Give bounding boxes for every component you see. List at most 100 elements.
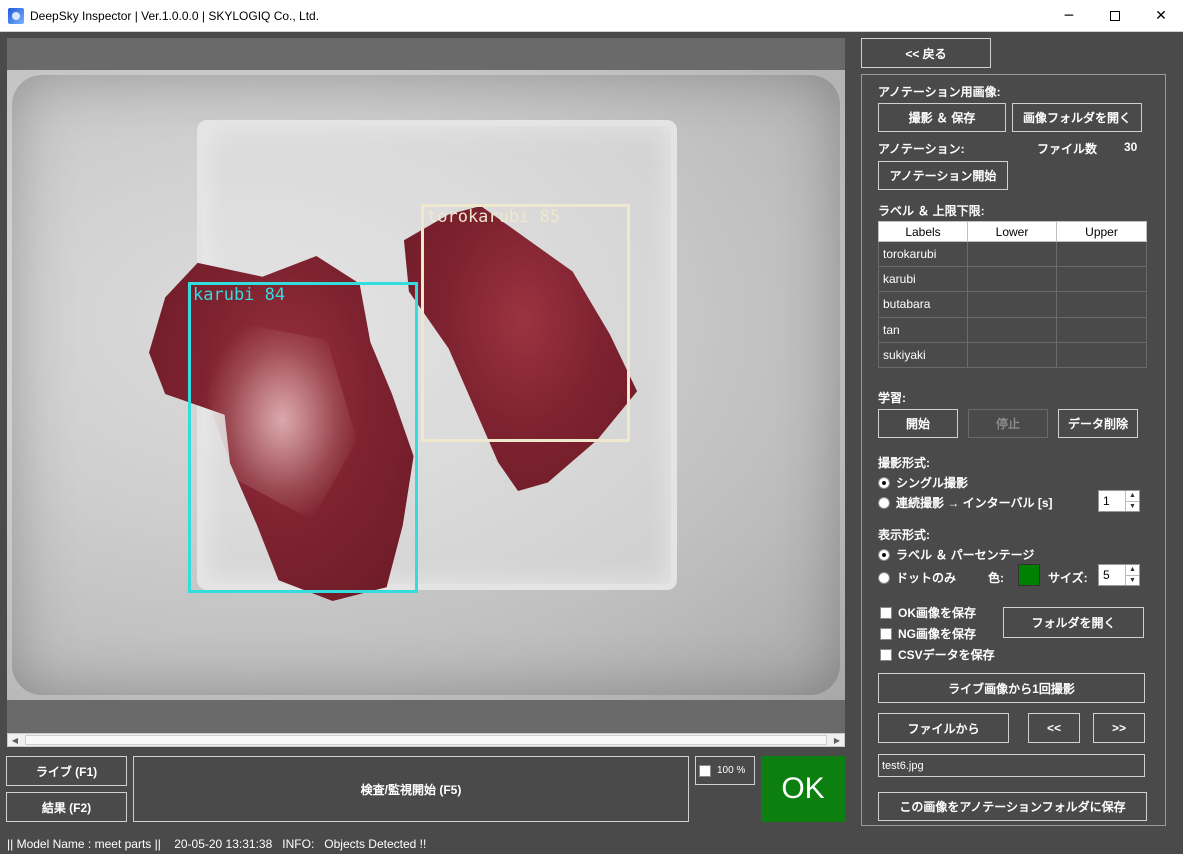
annotation-label: アノテーション: [878,142,965,156]
label-percent-radio[interactable] [878,548,890,561]
table-row[interactable]: karubi [878,266,1147,293]
lower-cell[interactable] [967,291,1057,318]
upper-cell[interactable] [1056,240,1147,268]
table-header-row: Labels Lower Upper [878,221,1147,242]
from-file-button[interactable]: ファイルから [878,713,1009,743]
save-to-annotation-folder-button[interactable]: この画像をアノテーションフォルダに保存 [878,792,1147,821]
label-cell[interactable]: karubi [878,266,968,293]
upper-cell[interactable] [1056,341,1147,369]
table-row[interactable]: butabara [878,291,1147,318]
stepper-down-icon[interactable]: ▼ [1126,500,1139,512]
scroll-right-icon[interactable]: ▶ [830,734,844,746]
label-cell[interactable]: torokarubi [878,240,968,268]
save-csv-option[interactable]: CSVデータを保存 [880,646,995,663]
column-header[interactable]: Upper [1056,221,1147,242]
capture-save-button[interactable]: 撮影 ＆ 保存 [878,103,1006,132]
start-annotation-button[interactable]: アノテーション開始 [878,161,1008,190]
next-file-button[interactable]: >> [1093,713,1145,743]
table-row[interactable]: torokarubi [878,240,1147,268]
save-csv-label: CSVデータを保存 [898,648,995,662]
save-ok-checkbox[interactable] [880,606,892,619]
status-bar: || Model Name : meet parts || 20-05-20 1… [0,834,1183,854]
stepper-up-icon[interactable]: ▲ [1126,491,1139,501]
label-cell[interactable]: tan [878,316,968,343]
camera-image: torokarubi 85 karubi 84 [7,70,845,700]
interval-stepper[interactable]: 1 ▲ ▼ [1098,490,1140,512]
image-viewer[interactable]: torokarubi 85 karubi 84 [7,38,845,734]
open-folder-button[interactable]: フォルダを開く [1003,607,1144,638]
size-stepper[interactable]: 5 ▲ ▼ [1098,564,1140,586]
continuous-capture-label: 連続撮影 → インターバル [s] [896,496,1053,510]
size-label: サイズ: [1048,571,1088,585]
column-header[interactable]: Labels [878,221,968,242]
minimize-button[interactable]: ─ [1046,0,1092,32]
labels-table[interactable]: Labels Lower Upper torokarubi karubi but… [878,221,1147,369]
capture-once-button[interactable]: ライブ画像から1回撮影 [878,673,1145,703]
save-ok-label: OK画像を保存 [898,606,977,620]
dot-only-option[interactable]: ドットのみ [878,569,956,586]
filename-field[interactable]: test6.jpg [878,754,1145,777]
stepper-up-icon[interactable]: ▲ [1126,565,1139,575]
label-cell[interactable]: sukiyaki [878,341,968,369]
single-capture-option[interactable]: シングル撮影 [878,474,968,491]
save-ng-checkbox[interactable] [880,627,892,640]
inspection-result: OK [761,756,845,822]
detection-box-karubi [188,282,418,593]
zoom-toggle[interactable]: 100 % [695,756,755,785]
start-inspection-button[interactable]: 検査/監視開始 (F5) [133,756,689,822]
lower-cell[interactable] [967,240,1057,268]
maximize-button[interactable] [1092,0,1138,32]
label-cell[interactable]: butabara [878,291,968,318]
save-csv-checkbox[interactable] [880,648,892,661]
file-count-value: 30 [1124,140,1138,154]
result-button[interactable]: 結果 (F2) [6,792,127,822]
detection-label-torokarubi: torokarubi 85 [427,207,561,227]
delete-data-button[interactable]: データ削除 [1058,409,1138,438]
training-start-button[interactable]: 開始 [878,409,958,438]
single-capture-radio[interactable] [878,476,890,489]
training-label: 学習: [878,391,906,405]
upper-cell[interactable] [1056,316,1147,343]
zoom-label: 100 % [717,765,746,776]
lower-cell[interactable] [967,341,1057,369]
close-button[interactable]: ✕ [1138,0,1183,32]
table-row[interactable]: sukiyaki [878,341,1147,369]
label-limits-label: ラベル ＆ 上限下限: [878,204,985,218]
single-capture-label: シングル撮影 [896,476,969,490]
detection-box-torokarubi [421,204,630,442]
annotation-image-label: アノテーション用画像: [878,85,1001,99]
continuous-capture-radio[interactable] [878,496,890,509]
zoom-checkbox[interactable] [699,764,711,777]
label-percent-option[interactable]: ラベル ＆ パーセンテージ [878,546,1034,563]
dot-color-swatch[interactable] [1018,564,1040,586]
training-stop-button[interactable]: 停止 [968,409,1048,438]
dot-only-radio[interactable] [878,571,890,584]
file-count-label: ファイル数 [1037,142,1098,156]
column-header[interactable]: Lower [967,221,1057,242]
table-row[interactable]: tan [878,316,1147,343]
lower-cell[interactable] [967,316,1057,343]
color-label: 色: [988,571,1004,585]
window-title: DeepSky Inspector | Ver.1.0.0.0 | SKYLOG… [30,8,320,23]
scroll-left-icon[interactable]: ◀ [8,734,22,746]
save-ng-option[interactable]: NG画像を保存 [880,625,976,642]
continuous-capture-option[interactable]: 連続撮影 → インターバル [s] [878,494,1053,511]
back-button[interactable]: << 戻る [861,38,991,68]
lower-cell[interactable] [967,266,1057,293]
previous-file-button[interactable]: << [1028,713,1080,743]
size-value[interactable]: 5 [1103,568,1110,582]
interval-value[interactable]: 1 [1103,494,1110,508]
upper-cell[interactable] [1056,291,1147,318]
upper-cell[interactable] [1056,266,1147,293]
stepper-down-icon[interactable]: ▼ [1126,574,1139,586]
horizontal-scrollbar[interactable]: ◀ ▶ [7,733,845,747]
live-button[interactable]: ライブ (F1) [6,756,127,786]
capture-mode-label: 撮影形式: [878,456,930,470]
dot-only-label: ドットのみ [896,571,957,585]
scrollbar-thumb[interactable] [25,735,827,745]
label-percent-label: ラベル ＆ パーセンテージ [896,548,1035,562]
save-ok-option[interactable]: OK画像を保存 [880,604,976,621]
display-mode-label: 表示形式: [878,528,930,542]
detection-label-karubi: karubi 84 [193,285,286,305]
open-image-folder-button[interactable]: 画像フォルダを開く [1012,103,1142,132]
